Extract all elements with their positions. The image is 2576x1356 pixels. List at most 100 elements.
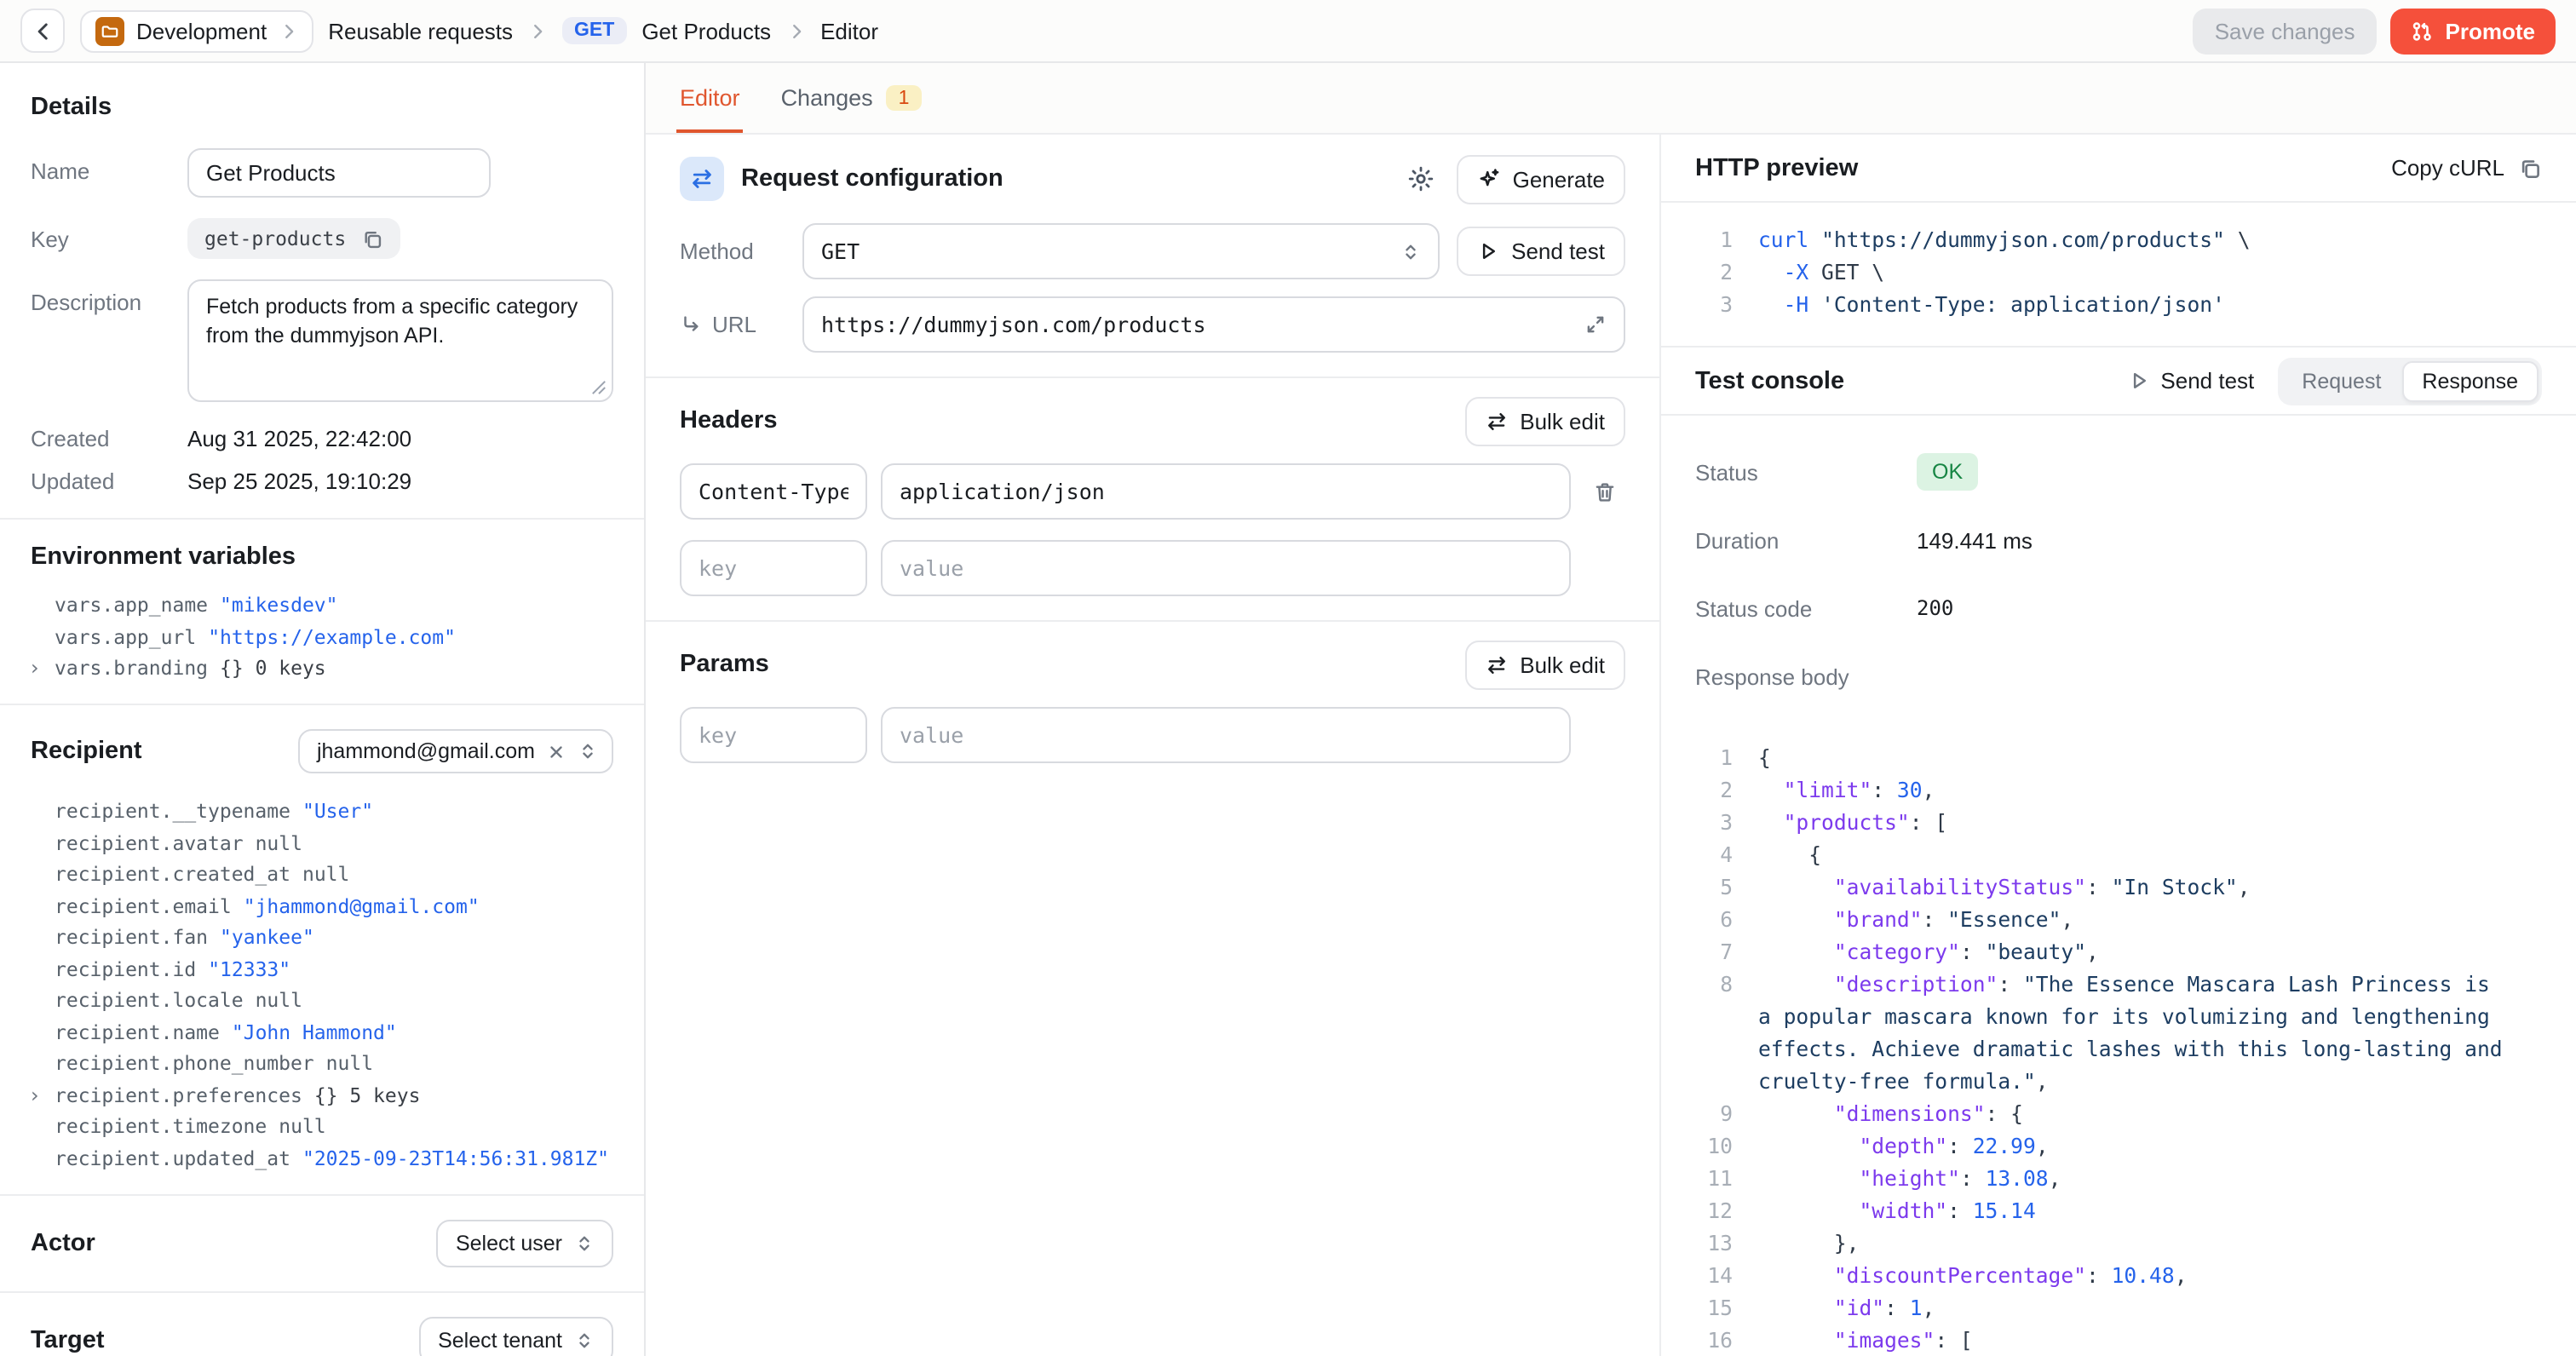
var-value: "https://example.com" <box>208 626 456 648</box>
clear-recipient-button[interactable] <box>547 742 566 761</box>
var-value: "User" <box>302 801 373 823</box>
chevron-up-down-icon <box>578 741 598 761</box>
code-line: 3 "products": [ <box>1695 807 2542 840</box>
params-bulk-edit-button[interactable]: Bulk edit <box>1465 640 1625 689</box>
code-line: 15 "id": 1, <box>1695 1293 2542 1325</box>
back-button[interactable] <box>20 9 65 53</box>
http-preview-panel: HTTP preview Copy cURL 1curl "https://du… <box>1661 135 2576 1356</box>
var-key: recipient.created_at <box>55 864 290 886</box>
folder-icon <box>95 16 124 45</box>
code-line: a popular mascara known for its volumizi… <box>1695 1002 2542 1034</box>
test-console-title: Test console <box>1695 367 1844 394</box>
method-select[interactable]: GET <box>802 223 1440 279</box>
key-chip: get-products <box>187 218 400 259</box>
resize-handle-icon[interactable] <box>591 380 607 395</box>
line-number: 4 <box>1695 840 1733 872</box>
var-key: recipient.phone_number <box>55 1053 314 1075</box>
request-tab[interactable]: Request <box>2281 360 2401 401</box>
console-send-test-button[interactable]: Send test <box>2128 368 2254 394</box>
gear-icon <box>1407 165 1435 192</box>
save-changes-button[interactable]: Save changes <box>2193 8 2378 54</box>
var-value: {} 5 keys <box>314 1084 421 1106</box>
description-textarea[interactable]: Fetch products from a specific category … <box>187 279 613 402</box>
param-row-empty <box>680 707 1625 763</box>
name-input[interactable] <box>187 148 491 198</box>
env-vars-list: vars.app_name"mikesdev" vars.app_url "http… <box>31 595 613 680</box>
url-label-text: URL <box>712 312 756 337</box>
environment-variables-title: Environment variables <box>31 543 613 571</box>
delete-header-button[interactable] <box>1593 480 1617 503</box>
breadcrumb-project-chip[interactable]: Development <box>80 9 313 52</box>
param-key-input[interactable] <box>680 707 867 763</box>
main-area: Editor Changes 1 Request configurat <box>646 63 2576 1356</box>
sparkles-icon <box>1477 167 1501 191</box>
play-icon <box>1477 240 1499 262</box>
recipient-var-row: recipient.__typename"User" <box>31 801 613 823</box>
method-value: GET <box>821 238 860 264</box>
var-key: recipient.name <box>55 1021 220 1043</box>
code-content: "availabilityStatus": "In Stock", <box>1758 872 2251 905</box>
line-number: 10 <box>1695 1131 1733 1164</box>
code-content: "description": "The Essence Mascara Lash… <box>1758 969 2490 1002</box>
response-tab[interactable]: Response <box>2401 360 2539 401</box>
var-key: vars.app_url <box>55 626 196 648</box>
code-content: "depth": 22.99, <box>1758 1131 2049 1164</box>
recipient-title: Recipient <box>31 738 142 765</box>
breadcrumb-item[interactable]: Get Products <box>641 18 771 43</box>
generate-button[interactable]: Generate <box>1457 154 1625 204</box>
recipient-combobox[interactable]: jhammond@gmail.com <box>298 729 613 773</box>
created-value: Aug 31 2025, 22:42:00 <box>187 426 411 451</box>
header-key-input[interactable] <box>680 540 867 596</box>
line-number: 1 <box>1695 225 1733 257</box>
url-input[interactable]: https://dummyjson.com/products <box>802 296 1625 353</box>
var-key: recipient.email <box>55 895 232 917</box>
header-value-input[interactable] <box>881 463 1571 520</box>
request-response-toggle: Request Response <box>2278 357 2542 405</box>
code-line: 16 "images": [ <box>1695 1325 2542 1356</box>
copy-key-button[interactable] <box>361 227 383 250</box>
headers-bulk-edit-button[interactable]: Bulk edit <box>1465 396 1625 445</box>
env-var-row[interactable]: ›vars.branding{} 0 keys <box>31 658 613 680</box>
code-line: 10 "depth": 22.99, <box>1695 1131 2542 1164</box>
tab-changes[interactable]: Changes 1 <box>781 63 922 133</box>
header-key-input[interactable] <box>680 463 867 520</box>
line-number: 3 <box>1695 290 1733 322</box>
code-content: effects. Achieve dramatic lashes with th… <box>1758 1034 2503 1066</box>
corner-down-right-icon <box>680 313 702 336</box>
settings-button[interactable] <box>1407 165 1435 192</box>
line-number <box>1695 1066 1733 1099</box>
chevron-right-icon[interactable]: › <box>31 658 39 680</box>
status-badge: OK <box>1917 453 1978 491</box>
recipient-var-row: recipient.phone_numbernull <box>31 1053 613 1075</box>
send-test-button[interactable]: Send test <box>1457 227 1625 276</box>
recipient-var-row[interactable]: ›recipient.preferences{} 5 keys <box>31 1084 613 1106</box>
expand-icon[interactable] <box>1584 313 1607 336</box>
param-value-input[interactable] <box>881 707 1571 763</box>
code-line: 13 }, <box>1695 1228 2542 1261</box>
breadcrumb-section[interactable]: Reusable requests <box>328 18 513 43</box>
chevron-right-icon <box>786 21 805 40</box>
chevron-right-icon[interactable]: › <box>31 1084 39 1106</box>
actor-select[interactable]: Select user <box>437 1219 613 1267</box>
name-label: Name <box>31 148 187 184</box>
tab-editor[interactable]: Editor <box>680 63 740 133</box>
promote-button[interactable]: Promote <box>2391 8 2556 54</box>
code-content: "id": 1, <box>1758 1293 1935 1325</box>
line-number: 2 <box>1695 775 1733 807</box>
line-number: 13 <box>1695 1228 1733 1261</box>
code-content: a popular mascara known for its volumizi… <box>1758 1002 2490 1034</box>
copy-curl-label: Copy cURL <box>2391 155 2504 181</box>
var-value: "2025-09-23T14:56:31.981Z" <box>302 1147 609 1169</box>
pull-request-icon <box>2412 20 2434 42</box>
code-content: cruelty-free formula.", <box>1758 1066 2049 1099</box>
target-select[interactable]: Select tenant <box>419 1316 613 1356</box>
line-number: 9 <box>1695 1099 1733 1131</box>
status-label: Status <box>1695 459 1917 485</box>
var-value: null <box>256 832 302 854</box>
code-line: 6 "brand": "Essence", <box>1695 905 2542 937</box>
copy-curl-button[interactable]: Copy cURL <box>2391 155 2542 181</box>
line-number: 3 <box>1695 807 1733 840</box>
line-number: 15 <box>1695 1293 1733 1325</box>
header-value-input[interactable] <box>881 540 1571 596</box>
env-var-row: vars.app_name"mikesdev" <box>31 595 613 617</box>
